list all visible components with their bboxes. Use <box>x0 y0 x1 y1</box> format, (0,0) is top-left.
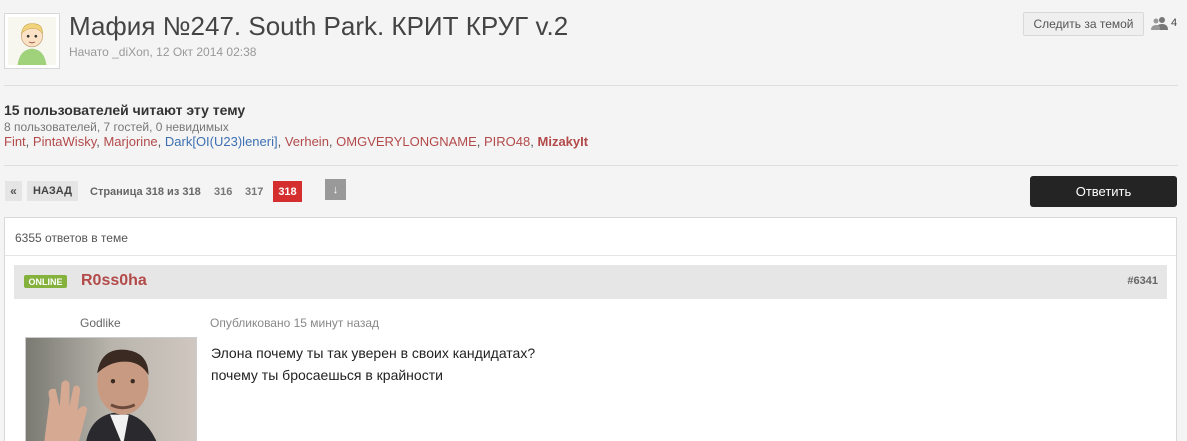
divider <box>5 255 1176 256</box>
posts-container: 6355 ответов в теме ONLINE R0ss0ha #6341… <box>4 217 1177 441</box>
online-badge: ONLINE <box>24 275 67 288</box>
divider <box>4 165 1178 166</box>
author-avatar[interactable] <box>25 337 197 441</box>
followers-count[interactable]: 4 <box>1151 16 1177 30</box>
prev-page-button[interactable]: НАЗАД <box>27 181 78 201</box>
users-icon <box>1151 17 1168 30</box>
post-author-link[interactable]: R0ss0ha <box>81 272 147 290</box>
post-text-line: Элона почему ты так уверен в своих канди… <box>211 345 536 361</box>
user-rank: Godlike <box>80 316 121 330</box>
reader-user-link[interactable]: Verhein <box>285 134 329 149</box>
separator: , <box>530 134 538 149</box>
readers-counts: 8 пользователей, 7 гостей, 0 невидимых <box>4 120 229 134</box>
person-photo-icon <box>26 338 196 441</box>
readers-title: 15 пользователей читают эту тему <box>4 102 246 118</box>
post-header: ONLINE R0ss0ha #6341 <box>14 265 1167 299</box>
topic-starter-avatar[interactable] <box>4 13 60 69</box>
reader-user-link[interactable]: Dark[OI(U23)leneri] <box>165 134 278 149</box>
readers-list: Fint, PintaWisky, Marjorine, Dark[OI(U23… <box>4 134 588 149</box>
topic-meta: Начато _diXon, 12 Окт 2014 02:38 <box>69 45 257 59</box>
reader-user-link[interactable]: PintaWisky <box>33 134 96 149</box>
divider <box>4 85 1178 86</box>
page-link[interactable]: 316 <box>214 186 232 198</box>
jump-to-page-button[interactable]: ↓ <box>325 179 346 200</box>
replies-count: 6355 ответов в теме <box>15 231 128 245</box>
followers-count-value: 4 <box>1171 17 1178 29</box>
post-number-link[interactable]: #6341 <box>1127 275 1158 287</box>
reader-user-link[interactable]: PIRO48 <box>484 134 530 149</box>
page-info: Страница 318 из 318 <box>90 186 201 198</box>
separator: , <box>476 134 485 149</box>
separator: , <box>25 134 33 149</box>
post-published-date: Опубликовано 15 минут назад <box>210 316 380 330</box>
reader-user-link[interactable]: MizakyIt <box>538 134 589 149</box>
separator: , <box>277 134 285 149</box>
cartoon-avatar-icon <box>8 17 56 65</box>
page-link[interactable]: 317 <box>245 186 263 198</box>
reader-user-link[interactable]: Fint <box>4 134 26 149</box>
separator: , <box>157 134 165 149</box>
first-page-button[interactable]: « <box>5 181 22 201</box>
post-text-line: почему ты бросаешься в крайности <box>211 367 443 383</box>
reader-user-link[interactable]: Marjorine <box>103 134 157 149</box>
page-title: Мафия №247. South Park. КРИТ КРУГ v.2 <box>69 11 569 41</box>
follow-topic-button[interactable]: Следить за темой <box>1023 12 1144 36</box>
current-page: 318 <box>273 181 302 202</box>
reply-button[interactable]: Ответить <box>1030 176 1177 207</box>
reader-user-link[interactable]: OMGVERYLONGNAME <box>336 134 477 149</box>
